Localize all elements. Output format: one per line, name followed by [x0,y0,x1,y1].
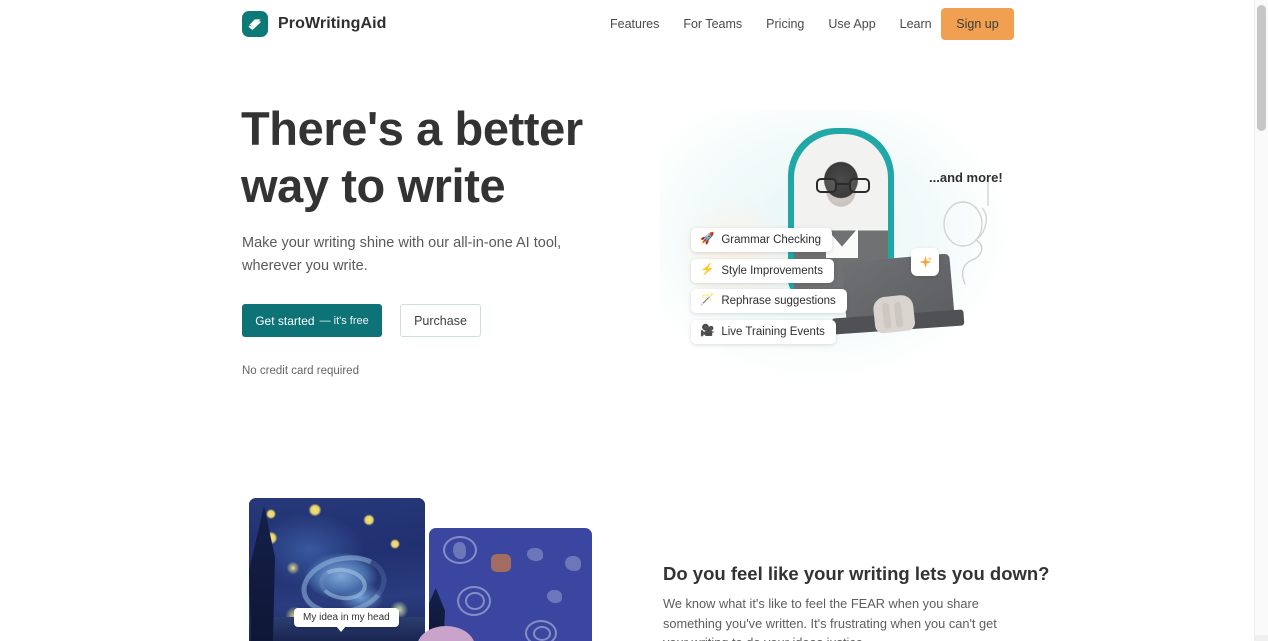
feature-chip-grammar-checking: 🚀 Grammar Checking [691,228,833,252]
feature-chip-style-improvements: ⚡ Style Improvements [691,259,834,283]
doodle-spiral-inner [465,592,485,610]
glasses-icon [816,178,870,193]
site-header: ProWritingAid Features For Teams Pricing… [0,0,1254,48]
balloon-doodle-icon [943,182,989,285]
doodle-blob [453,542,466,559]
doodle-blob-orange [491,554,511,572]
hero-illustration: 🚀 Grammar Checking ⚡ Style Improvements … [660,100,1020,390]
lightning-icon: ⚡ [700,264,715,277]
doodle-blob [527,548,543,561]
hero-title-line-2: way to write [241,159,506,212]
brand-logo-link[interactable]: ProWritingAid [242,11,387,37]
scrollbar-corner [1254,635,1268,641]
hero-cta-row: Get started — it's free Purchase [242,304,481,337]
feature-chip-label: Grammar Checking [721,234,822,246]
nav-item-pricing[interactable]: Pricing [754,17,816,31]
nav-item-for-teams[interactable]: For Teams [671,17,754,31]
rocket-icon: 🚀 [700,233,715,246]
feature-chip-label: Rephrase suggestions [721,295,836,307]
hero-title-line-1: There's a better [241,102,583,155]
get-started-free-suffix: — it's free [319,314,369,327]
scrollbar-thumb[interactable] [1257,5,1266,131]
simplified-painting-card [429,528,592,641]
magic-wand-icon: 🪄 [700,294,715,307]
sign-up-button[interactable]: Sign up [941,8,1014,40]
feature-chip-rephrase-suggestions: 🪄 Rephrase suggestions [691,289,847,313]
stacked-pages-check-icon [242,11,268,37]
feature-chip-label: Style Improvements [721,265,823,277]
brand-name: ProWritingAid [278,15,387,32]
doodle-spiral-inner [533,626,551,641]
hand [872,294,916,334]
doodle-blob [565,556,581,571]
nav-item-features[interactable]: Features [598,17,671,31]
page-scrollbar[interactable] [1254,0,1268,641]
image-caption-bubble: My idea in my head [294,608,399,632]
feature-chip-label: Live Training Events [721,326,825,338]
doodle-blob [547,590,562,603]
section-body: We know what it's like to feel the FEAR … [663,596,997,641]
comparison-images: My idea in my head [249,498,629,641]
get-started-label: Get started [255,313,315,328]
get-started-button[interactable]: Get started — it's free [242,304,382,337]
nav-item-use-app[interactable]: Use App [816,17,887,31]
no-credit-card-note: No credit card required [242,365,359,377]
video-camera-icon: 🎥 [700,325,715,338]
section-title: Do you feel like your writing lets you d… [663,563,1050,584]
landing-page: ProWritingAid Features For Teams Pricing… [0,0,1268,641]
hero-subtitle: Make your writing shine with our all-in-… [242,235,562,274]
hero-title: There's a better way to write [241,100,641,214]
purchase-button[interactable]: Purchase [400,304,481,337]
nav-item-learn[interactable]: Learn [888,17,944,31]
feature-chip-live-training-events: 🎥 Live Training Events [691,320,836,344]
